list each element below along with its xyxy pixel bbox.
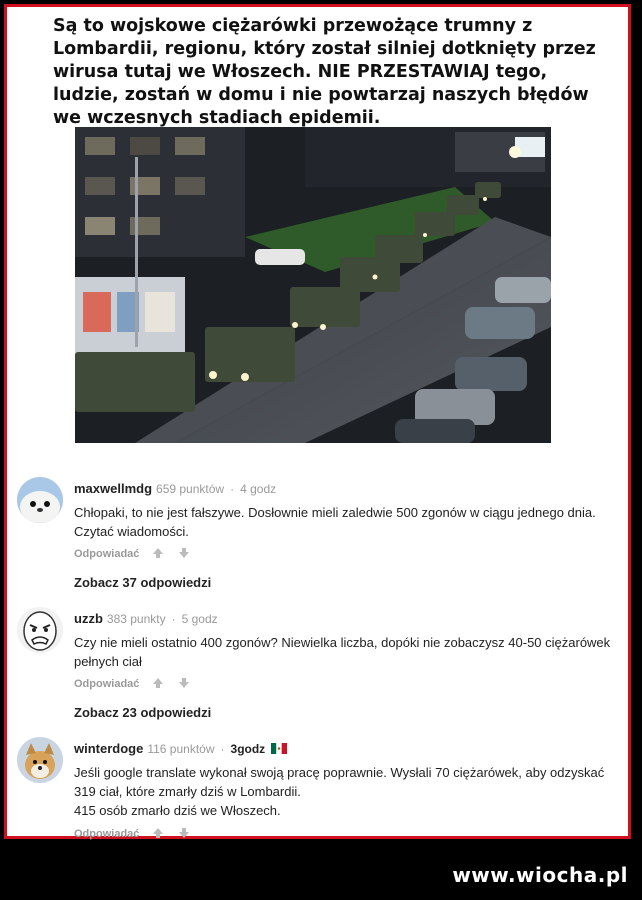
reply-button[interactable]: Odpowiadać [74,828,139,840]
comment-meta: winterdoge 116 punktów · 3godz [74,741,287,756]
post-headline: Są to wojskowe ciężarówki przewożące tru… [53,16,596,128]
mexico-flag-icon [270,743,287,754]
comment-text: Czy nie mieli ostatnio 400 zgonów? Niewi… [74,635,611,669]
reply-button[interactable]: Odpowiadać [74,548,139,560]
comment-points: 659 punktów [156,482,225,496]
upvote-icon[interactable] [152,547,164,559]
comment-time: 5 godz [181,612,218,626]
see-replies-link[interactable]: Zobacz 23 odpowiedzi [74,705,211,720]
military-trucks-photo [75,127,551,443]
comment-actions: Odpowiadać [74,547,190,560]
comment-text-second-line: 415 osób zmarło dziś we Włoszech. [74,803,281,818]
reply-button[interactable]: Odpowiadać [74,678,139,690]
comment-text: Jeśli google translate wykonał swoją pra… [74,765,605,799]
comment-text: Chłopaki, to nie jest fałszywe. Dosłowni… [74,505,596,539]
comment-time: 3godz [230,742,266,756]
upvote-icon[interactable] [152,677,164,689]
post-photo[interactable] [75,127,551,443]
comment-points: 383 punkty [106,612,166,626]
downvote-icon[interactable] [178,677,190,689]
seal-avatar[interactable] [17,477,63,523]
comment-username[interactable]: uzzb [74,611,103,626]
site-watermark: www.wiocha.pl [452,863,628,887]
doge-avatar[interactable] [17,737,63,783]
comment-username[interactable]: maxwellmdg [74,481,152,496]
rage-face-avatar[interactable] [17,607,63,653]
downvote-icon[interactable] [178,547,190,559]
comment-meta: maxwellmdg 659 punktów · 4 godz [74,481,277,496]
see-replies-link[interactable]: Zobacz 37 odpowiedzi [74,575,211,590]
post-frame: Są to wojskowe ciężarówki przewożące tru… [4,4,631,840]
comment-time: 4 godz [240,482,277,496]
comment-actions: Odpowiadać [74,677,190,690]
comment-username[interactable]: winterdoge [74,741,143,756]
upvote-icon[interactable] [152,827,164,839]
comment-actions: Odpowiadać [74,827,190,840]
comment-meta: uzzb 383 punkty · 5 godz [74,611,218,626]
downvote-icon[interactable] [178,827,190,839]
comment-points: 116 punktów [147,742,215,756]
